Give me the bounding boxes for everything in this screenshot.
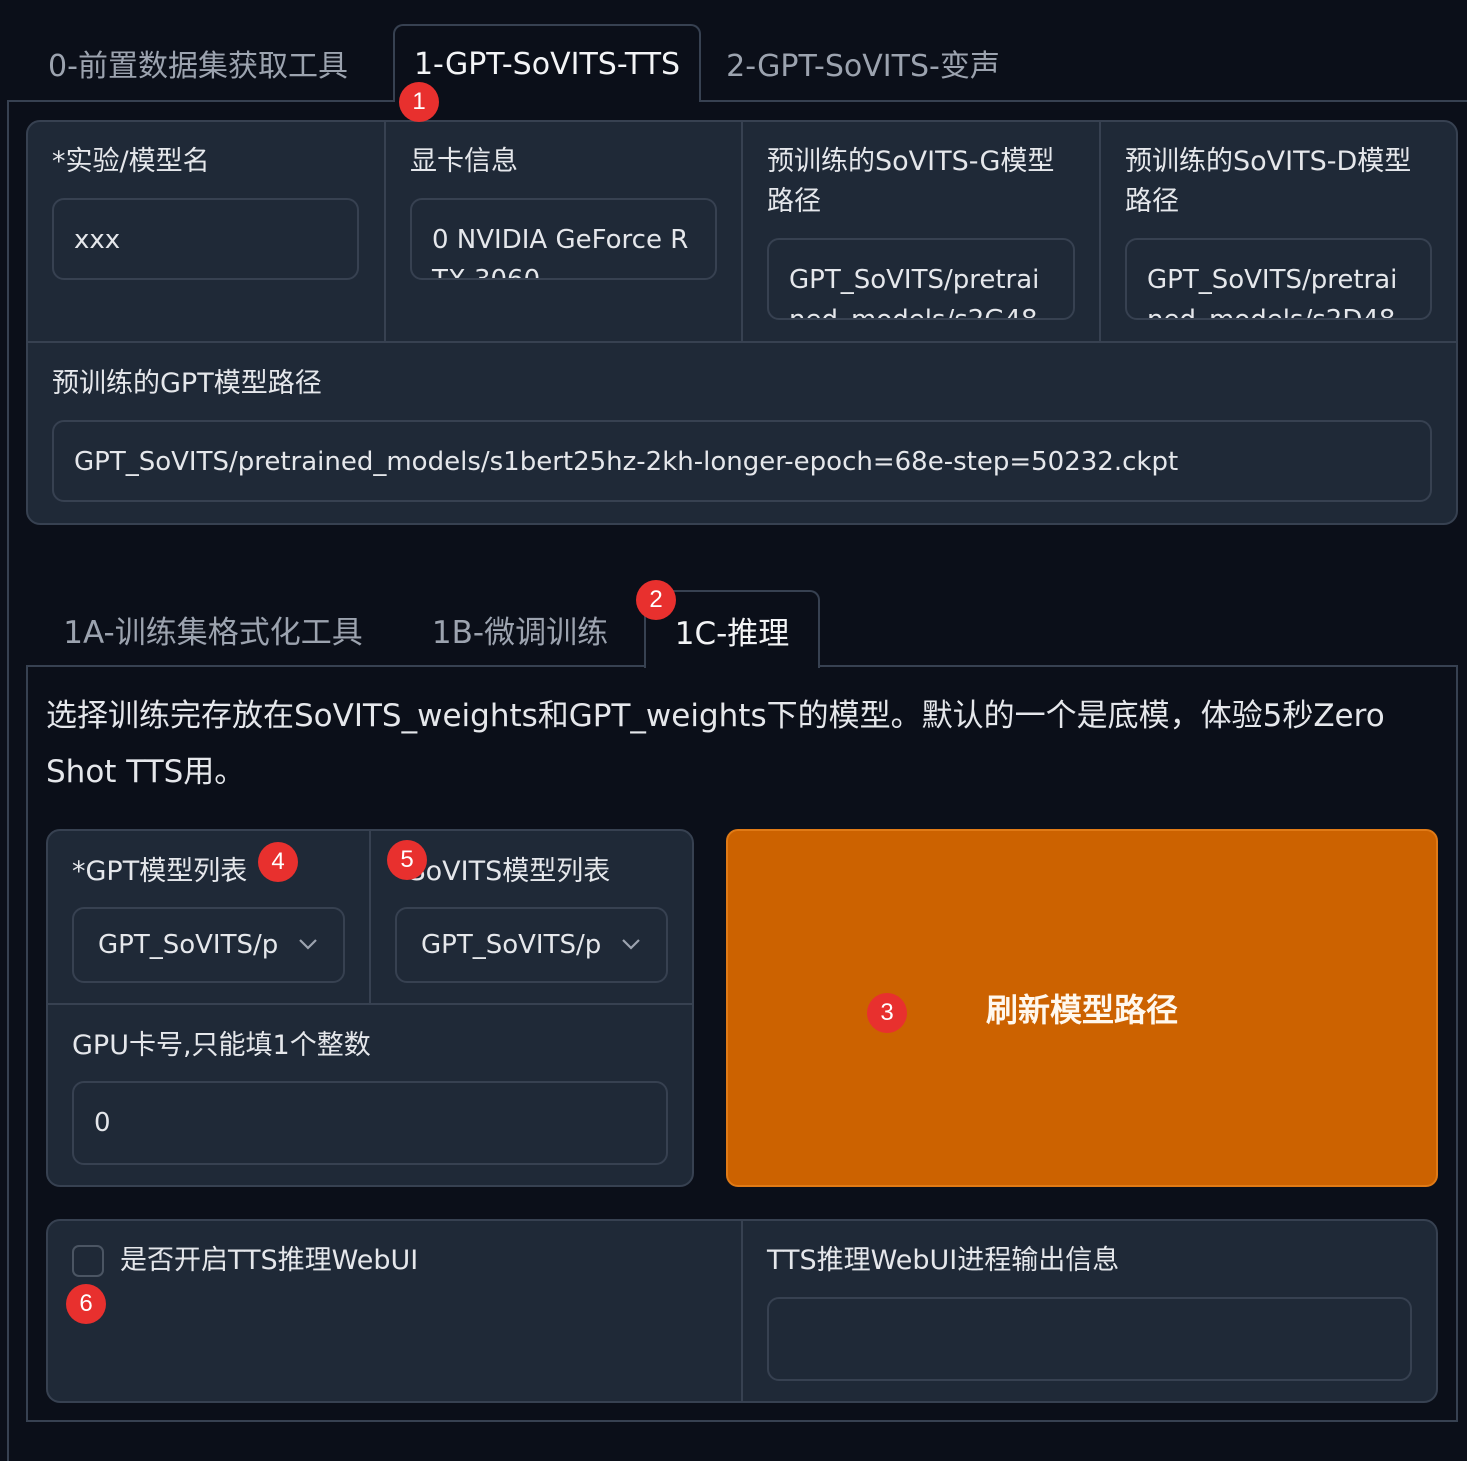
tab-dataset-tools[interactable]: 0-前置数据集获取工具 xyxy=(20,24,376,102)
divider xyxy=(384,121,386,342)
tab-finetune[interactable]: 1B-微调训练 xyxy=(418,590,622,668)
sovits-d-input[interactable]: GPT_SoVITS/pretrained_models/s2D488k.pth xyxy=(1125,238,1432,320)
gpu-info-textbox[interactable]: 0 NVIDIA GeForce RTX 3060 xyxy=(410,198,717,280)
divider xyxy=(369,830,371,1004)
tab-voice-change[interactable]: 2-GPT-SoVITS-变声 xyxy=(718,24,1008,102)
tts-webui-checkbox-label[interactable]: 是否开启TTS推理WebUI xyxy=(120,1241,418,1281)
annotation-marker: 5 xyxy=(387,840,427,880)
exp-name-label: *实验/模型名 xyxy=(52,146,210,177)
gpu-number-input[interactable]: 0 xyxy=(72,1081,668,1165)
tab-gpt-sovits-tts[interactable]: 1-GPT-SoVITS-TTS xyxy=(393,24,701,102)
chevron-down-icon xyxy=(622,939,640,950)
refresh-model-paths-button[interactable]: 刷新模型路径 xyxy=(726,829,1438,1187)
annotation-marker: 3 xyxy=(867,993,907,1033)
annotation-marker: 4 xyxy=(258,842,298,882)
divider xyxy=(1099,121,1101,342)
gpt-list-label: *GPT模型列表 xyxy=(72,856,248,887)
chevron-down-icon xyxy=(299,939,317,950)
divider xyxy=(27,341,1457,343)
tts-output-label: TTS推理WebUI进程输出信息 xyxy=(767,1245,1120,1276)
sovits-model-dropdown[interactable]: GPT_SoVITS/p xyxy=(395,907,668,983)
gpu-info-label: 显卡信息 xyxy=(410,146,518,177)
tab-dataset-format[interactable]: 1A-训练集格式化工具 xyxy=(46,590,380,668)
sovits-model-value: GPT_SoVITS/p xyxy=(421,930,602,960)
gpt-path-input[interactable]: GPT_SoVITS/pretrained_models/s1bert25hz-… xyxy=(52,420,1432,502)
sovits-g-input[interactable]: GPT_SoVITS/pretrained_models/s2G488k.pth xyxy=(767,238,1075,320)
gpt-path-label: 预训练的GPT模型路径 xyxy=(52,368,322,399)
annotation-marker: 1 xyxy=(399,82,439,122)
divider xyxy=(741,121,743,342)
sovits-g-label: 预训练的SoVITS-G模型路径 xyxy=(767,146,1055,217)
annotation-marker: 6 xyxy=(66,1284,106,1324)
sovits-list-label: *SoVITS模型列表 xyxy=(395,856,611,887)
exp-name-input[interactable]: xxx xyxy=(52,198,359,280)
tts-webui-checkbox[interactable] xyxy=(72,1245,104,1277)
divider xyxy=(741,1220,743,1402)
gpt-model-dropdown[interactable]: GPT_SoVITS/p xyxy=(72,907,345,983)
sovits-d-label: 预训练的SoVITS-D模型路径 xyxy=(1125,146,1412,217)
gpt-model-value: GPT_SoVITS/p xyxy=(98,930,279,960)
tts-output-textbox[interactable] xyxy=(767,1297,1412,1381)
annotation-marker: 2 xyxy=(636,580,676,620)
gpu-number-label: GPU卡号,只能填1个整数 xyxy=(72,1030,371,1061)
inference-description: 选择训练完存放在SoVITS_weights和GPT_weights下的模型。默… xyxy=(46,698,1385,790)
divider xyxy=(47,1003,693,1005)
